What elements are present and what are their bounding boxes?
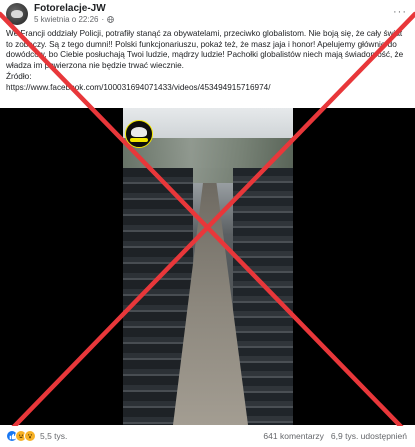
reactions-summary[interactable]: 5,5 tys. [6,430,67,442]
author-name[interactable]: Fotorelacje-JW [34,3,106,14]
channel-logo-icon [125,120,153,148]
post-text: We Francji oddziały Policji, potrafiły s… [6,29,410,93]
post-date[interactable]: 5 kwietnia o 22:26 [34,15,99,24]
source-link[interactable]: https://www.facebook.com/100031694071433… [6,83,270,92]
post-stats: 641 komentarzy 6,9 tys. udostępnień [263,431,407,441]
post-body: We Francji oddziały Policji, potrafiły s… [6,29,404,71]
globe-icon [107,16,115,23]
post-meta: 5 kwietnia o 22:26 · [34,15,115,24]
wow-icon [24,430,36,442]
avatar[interactable] [6,3,28,25]
comments-count[interactable]: 641 komentarzy [263,431,323,441]
shares-count[interactable]: 6,9 tys. udostępnień [331,431,407,441]
more-options-button[interactable]: ··· [393,6,407,18]
source-label: Źródło: [6,71,32,81]
reaction-count[interactable]: 5,5 tys. [40,431,67,441]
post-header: Fotorelacje-JW 5 kwietnia o 22:26 · ··· [0,0,415,28]
meta-separator: · [101,15,105,24]
post-footer: 5,5 tys. 641 komentarzy 6,9 tys. udostęp… [0,426,415,447]
video-frame[interactable] [123,108,293,425]
video-player[interactable] [0,108,415,425]
